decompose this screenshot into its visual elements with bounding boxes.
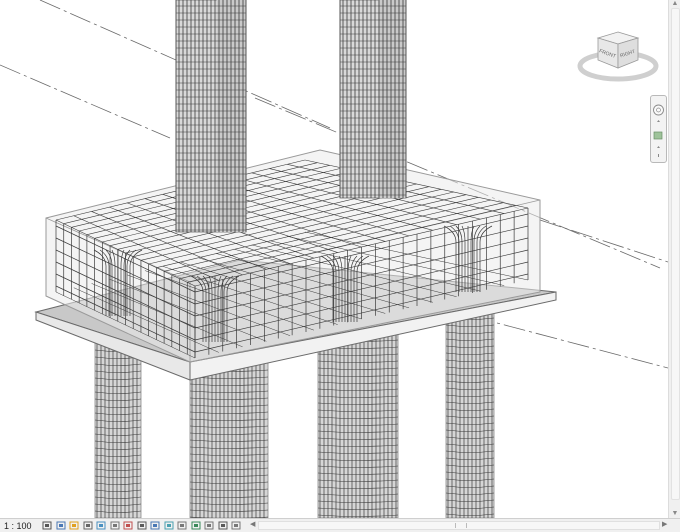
scroll-up-arrow[interactable]: ▲ xyxy=(669,0,680,8)
navigation-bar xyxy=(650,95,667,163)
horizontal-scroll-grip[interactable] xyxy=(455,523,467,528)
reveal-constraints-icon[interactable] xyxy=(231,521,241,530)
vertical-scroll-thumb[interactable] xyxy=(671,8,680,500)
view-control-bar: 1 : 100 ◀ ▶ xyxy=(0,518,680,532)
highlight-displacement-icon[interactable] xyxy=(177,521,187,530)
chevron-down-icon[interactable] xyxy=(657,146,660,148)
horizontal-scrollbar[interactable] xyxy=(258,521,660,530)
viewcube[interactable]: FRONT RIGHT xyxy=(576,26,660,86)
column-right-shade xyxy=(378,0,406,198)
3d-model-viewport[interactable]: FRONT RIGHT xyxy=(0,0,668,518)
rebar-model-drawing xyxy=(0,0,668,518)
constraints-icon[interactable] xyxy=(204,521,214,530)
temporary-hide-icon[interactable] xyxy=(123,521,133,530)
worksharing-display-icon[interactable] xyxy=(191,521,201,530)
vertical-scrollbar[interactable]: ▲ ▼ xyxy=(668,0,680,518)
rendering-icon[interactable] xyxy=(218,521,228,530)
zoom-icon[interactable] xyxy=(653,131,663,140)
view-scale[interactable]: 1 : 100 xyxy=(4,520,32,532)
scroll-down-arrow[interactable]: ▼ xyxy=(669,510,680,518)
lock-view-icon[interactable] xyxy=(150,521,160,530)
analytical-model-icon[interactable] xyxy=(164,521,174,530)
grid-line xyxy=(0,64,171,139)
grid-line xyxy=(539,219,668,263)
crop-view-icon[interactable] xyxy=(96,521,106,530)
reveal-hidden-icon[interactable] xyxy=(137,521,147,530)
scroll-right-arrow[interactable]: ▶ xyxy=(662,519,667,531)
shadows-icon[interactable] xyxy=(83,521,93,530)
show-crop-icon[interactable] xyxy=(110,521,120,530)
visual-style-icon[interactable] xyxy=(56,521,66,530)
detail-level-icon[interactable] xyxy=(42,521,52,530)
chevron-down-icon[interactable] xyxy=(657,120,660,122)
scroll-left-arrow[interactable]: ◀ xyxy=(250,519,255,531)
sun-path-icon[interactable] xyxy=(69,521,79,530)
steering-wheel-icon[interactable] xyxy=(653,104,664,116)
